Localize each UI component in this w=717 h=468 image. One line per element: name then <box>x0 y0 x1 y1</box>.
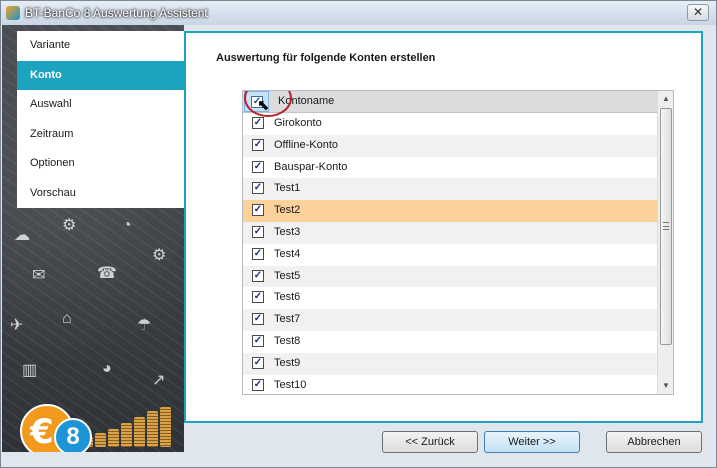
step-variante[interactable]: Variante <box>17 31 184 61</box>
list-item[interactable]: ✓ Offline-Konto <box>243 134 657 157</box>
chalk-doodle-icon: ✉ <box>32 267 46 284</box>
row-checkbox[interactable]: ✓ <box>252 204 264 217</box>
account-name: Test4 <box>274 247 301 260</box>
row-checkbox[interactable]: ✓ <box>252 225 264 238</box>
chalk-doodle-icon: ⌂ <box>62 310 72 327</box>
step-konto[interactable]: Konto <box>17 60 184 90</box>
scroll-thumb[interactable] <box>660 108 672 345</box>
row-checkbox[interactable]: ✓ <box>252 247 264 260</box>
list-item[interactable]: ✓ Test8 <box>243 331 657 353</box>
account-list[interactable]: ✓ Kontoname ⬉ ✓ Girokonto ✓ Offline-Kont… <box>242 90 674 395</box>
scroll-up-icon[interactable]: ▲ <box>658 91 673 107</box>
step-label: Zeitraum <box>30 127 74 140</box>
row-checkbox[interactable]: ✓ <box>252 334 264 347</box>
next-button[interactable]: Weiter >> <box>484 431 580 453</box>
list-header: ✓ Kontoname ⬉ <box>243 91 673 117</box>
title-bar: BT-BanCo 8 Auswertung Assistent ✕ <box>1 1 716 25</box>
close-button[interactable]: ✕ <box>687 4 709 21</box>
row-checkbox[interactable]: ✓ <box>252 160 264 173</box>
step-label: Konto <box>30 68 62 81</box>
wizard-steps: Variante Konto Auswahl Zeitraum Optionen… <box>17 31 184 208</box>
chalk-doodle-icon: ☎ <box>97 265 117 282</box>
chalk-doodle-icon: ⚙ <box>152 247 167 264</box>
chalk-doodle-icon: ◔ <box>122 217 132 234</box>
version-badge: 8 <box>54 418 92 452</box>
chalk-doodle-icon: ◕ <box>102 360 112 377</box>
step-vorschau[interactable]: Vorschau <box>17 179 184 209</box>
account-name: Offline-Konto <box>274 138 339 151</box>
row-checkbox[interactable]: ✓ <box>252 117 264 129</box>
banco-logo: € 8 <box>20 404 92 452</box>
chalk-doodle-icon: ☁ <box>14 227 30 244</box>
account-name: Test9 <box>274 356 301 369</box>
content-panel: Auswertung für folgende Konten erstellen… <box>184 31 703 423</box>
account-name: Test1 <box>274 182 301 195</box>
wizard-window: BT-BanCo 8 Auswertung Assistent ✕ Varian… <box>0 0 717 468</box>
list-item[interactable]: ✓ Test1 <box>243 178 657 201</box>
account-name: Test7 <box>274 313 301 326</box>
vertical-scrollbar[interactable]: ▲ ▼ <box>657 91 673 394</box>
row-checkbox[interactable]: ✓ <box>252 138 264 151</box>
coin-stacks <box>82 403 182 447</box>
grip-icon <box>663 222 669 230</box>
list-item[interactable]: ✓ Test10 <box>243 375 657 394</box>
row-checkbox[interactable]: ✓ <box>252 313 264 326</box>
step-auswahl[interactable]: Auswahl <box>17 90 184 120</box>
list-item[interactable]: ✓ Test7 <box>243 309 657 331</box>
list-item[interactable]: ✓ Girokonto <box>243 113 657 135</box>
cancel-button[interactable]: Abbrechen <box>606 431 702 453</box>
chalk-doodle-icon: ✈ <box>10 317 24 334</box>
euro-icon: € <box>30 412 54 452</box>
list-item[interactable]: ✓ Test6 <box>243 287 657 309</box>
app-icon <box>6 6 20 20</box>
account-name: Test6 <box>274 291 301 304</box>
row-checkbox[interactable]: ✓ <box>252 378 264 391</box>
list-item[interactable]: ✓ Bauspar-Konto <box>243 157 657 179</box>
account-rows: ✓ Girokonto ✓ Offline-Konto ✓ Bauspar-Ko… <box>243 113 657 394</box>
chalk-doodle-icon: ▥ <box>22 362 38 379</box>
window-title: BT-BanCo 8 Auswertung Assistent <box>25 6 208 20</box>
row-checkbox[interactable]: ✓ <box>252 291 264 304</box>
step-label: Auswahl <box>30 98 72 110</box>
scroll-down-icon[interactable]: ▼ <box>658 378 673 394</box>
account-name: Test8 <box>274 334 301 347</box>
chalk-doodle-icon: ↗ <box>152 372 166 389</box>
account-name: Test3 <box>274 225 301 238</box>
account-name: Bauspar-Konto <box>274 160 348 173</box>
step-label: Optionen <box>30 157 75 169</box>
account-name: Test5 <box>274 269 301 282</box>
step-zeitraum[interactable]: Zeitraum <box>17 120 184 150</box>
list-item[interactable]: ✓ Test3 <box>243 221 657 244</box>
account-name: Test10 <box>274 378 307 391</box>
list-item[interactable]: ✓ Test4 <box>243 244 657 266</box>
step-label: Variante <box>30 39 71 51</box>
back-button[interactable]: << Zurück <box>382 431 478 453</box>
row-checkbox[interactable]: ✓ <box>252 356 264 369</box>
account-name: Girokonto <box>274 117 322 129</box>
list-item-selected[interactable]: ✓ Test2 <box>243 200 657 222</box>
step-label: Vorschau <box>30 186 76 199</box>
close-icon: ✕ <box>692 5 704 19</box>
account-name: Test2 <box>274 204 301 217</box>
list-item[interactable]: ✓ Test5 <box>243 265 657 288</box>
row-checkbox[interactable]: ✓ <box>252 182 264 195</box>
page-heading: Auswertung für folgende Konten erstellen <box>216 52 436 64</box>
chalk-doodle-icon: ☂ <box>137 317 152 334</box>
list-item[interactable]: ✓ Test9 <box>243 352 657 375</box>
sidebar: Variante Konto Auswahl Zeitraum Optionen… <box>2 25 184 452</box>
chalk-doodle-icon: ⚙ <box>62 217 77 234</box>
row-checkbox[interactable]: ✓ <box>252 269 264 282</box>
step-optionen[interactable]: Optionen <box>17 149 184 179</box>
